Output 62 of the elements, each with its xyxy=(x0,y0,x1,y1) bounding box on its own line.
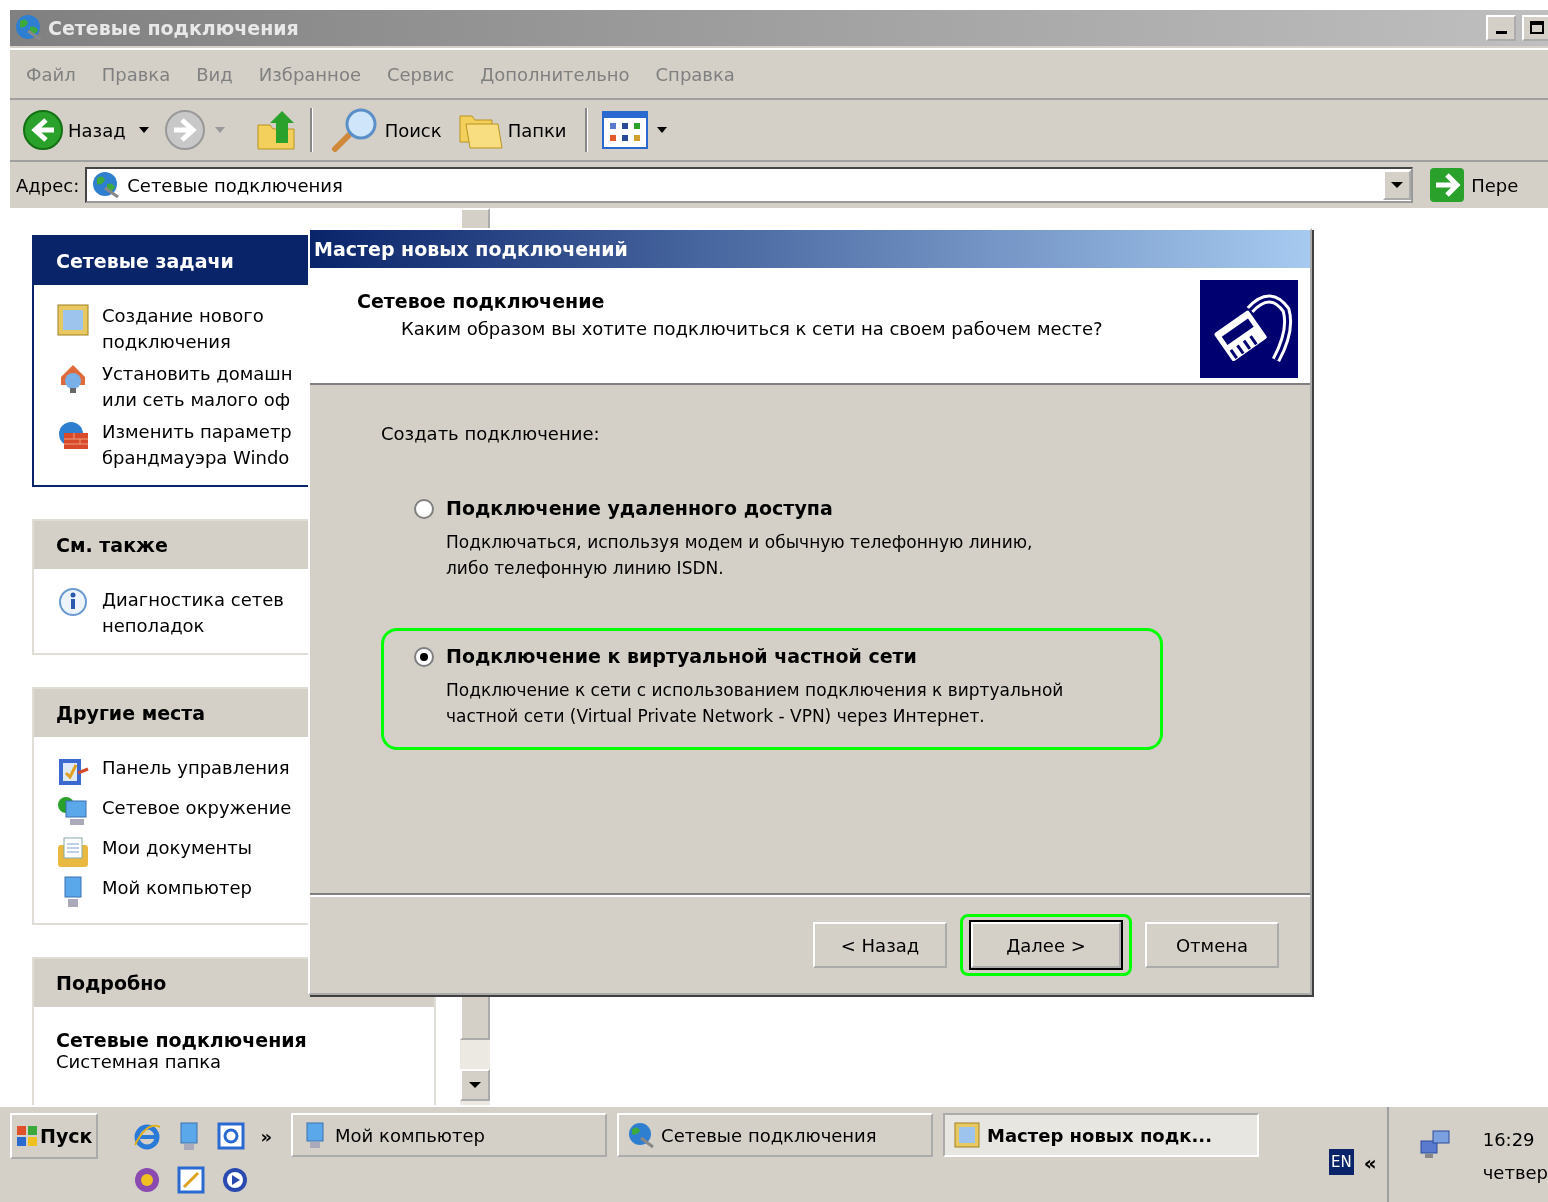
network-computers-icon[interactable] xyxy=(1418,1129,1453,1161)
dialog-button[interactable]: Отмена xyxy=(1145,922,1279,968)
panel-title[interactable]: Подробно xyxy=(56,972,167,994)
address-label: Адрес: xyxy=(16,174,80,196)
windows-flag-icon xyxy=(16,1125,38,1147)
views-icon[interactable] xyxy=(601,111,648,149)
prompt-label: Создать подключение: xyxy=(381,423,601,444)
wizard-heading: Сетевое подключение xyxy=(357,290,606,312)
option-description: Подключение к сети с использованием подключения к виртуальной частной сети (Virtual Private Network - VPN) через Интернет. xyxy=(446,679,1064,728)
radio-button[interactable] xyxy=(414,647,434,667)
window-title: Сетевые подключения xyxy=(48,17,299,39)
window-icon[interactable] xyxy=(216,1121,247,1151)
panel-title[interactable]: См. также xyxy=(56,534,168,556)
dialog-title: Мастер новых подключений xyxy=(314,238,628,260)
task-link[interactable]: Установить домашн или сеть малого оф xyxy=(102,361,293,413)
caret-icon xyxy=(1390,181,1405,189)
back-button[interactable]: Назад xyxy=(18,109,130,151)
dropdown-button[interactable] xyxy=(1383,170,1412,200)
task-link[interactable]: Изменить параметр брандмауэра Windo xyxy=(102,419,292,471)
task-link[interactable]: Панель управления xyxy=(102,755,290,781)
dialog-button[interactable]: Далее > xyxy=(971,922,1121,968)
globe-icon xyxy=(14,13,44,43)
search-button[interactable]: Поиск xyxy=(326,107,446,153)
start-button[interactable]: Пуск xyxy=(10,1113,99,1159)
wizard-subheading: Каким образом вы хотите подключиться к сети на своем рабочем месте? xyxy=(400,318,1103,339)
task-link[interactable]: Создание нового подключения xyxy=(102,303,264,355)
clock-day: четвер xyxy=(1482,1162,1548,1183)
taskbar-button[interactable]: Мастер новых подк... xyxy=(943,1113,1260,1157)
more-chevron[interactable]: » xyxy=(260,1125,273,1147)
panel-title[interactable]: Сетевые задачи xyxy=(56,250,234,272)
language-indicator[interactable]: EN xyxy=(1329,1149,1354,1175)
forward-button[interactable] xyxy=(163,109,206,151)
documents-icon xyxy=(56,835,90,869)
task-link[interactable]: Сетевое окружение xyxy=(102,795,292,821)
folders-button[interactable]: Папки xyxy=(453,110,571,150)
globe-icon xyxy=(627,1121,656,1149)
task-link[interactable]: Мои документы xyxy=(102,835,253,861)
network-plug-icon xyxy=(1200,280,1298,378)
radio-button[interactable] xyxy=(414,499,434,519)
item-type: Системная папка xyxy=(56,1051,223,1072)
go-button[interactable]: Пере xyxy=(1429,167,1519,203)
clock-time: 16:29 xyxy=(1482,1129,1536,1150)
notepad-icon[interactable] xyxy=(176,1165,207,1195)
option-label[interactable]: Подключение удаленного доступа xyxy=(446,497,1033,519)
minimize-button[interactable] xyxy=(1486,15,1516,41)
caret-icon[interactable] xyxy=(137,126,150,134)
taskbar-button[interactable]: Мой компьютер xyxy=(291,1113,608,1157)
maximize-button[interactable] xyxy=(1522,15,1548,41)
task-link[interactable]: Диагностика сетев неполадок xyxy=(102,587,284,639)
item-name: Сетевые подключения xyxy=(56,1029,308,1051)
expand-tray-button[interactable]: « xyxy=(1363,1151,1377,1175)
wizard-icon xyxy=(953,1121,982,1149)
task-link[interactable]: Мой компьютер xyxy=(102,875,252,901)
scroll-down-icon[interactable] xyxy=(468,1081,482,1089)
taskbar-button[interactable]: Сетевые подключения xyxy=(617,1113,934,1157)
address-field[interactable]: Сетевые подключения xyxy=(85,167,1414,203)
option-description: Подключаться, используя модем и обычную телефонную линию, либо телефонную линию ISDN. xyxy=(446,531,1033,580)
wizard-icon xyxy=(56,303,90,337)
option-label[interactable]: Подключение к виртуальной частной сети xyxy=(446,645,1064,667)
dialog-button[interactable]: < Назад xyxy=(813,922,947,968)
caret-icon[interactable] xyxy=(655,126,668,134)
panel-title[interactable]: Другие места xyxy=(56,702,206,724)
